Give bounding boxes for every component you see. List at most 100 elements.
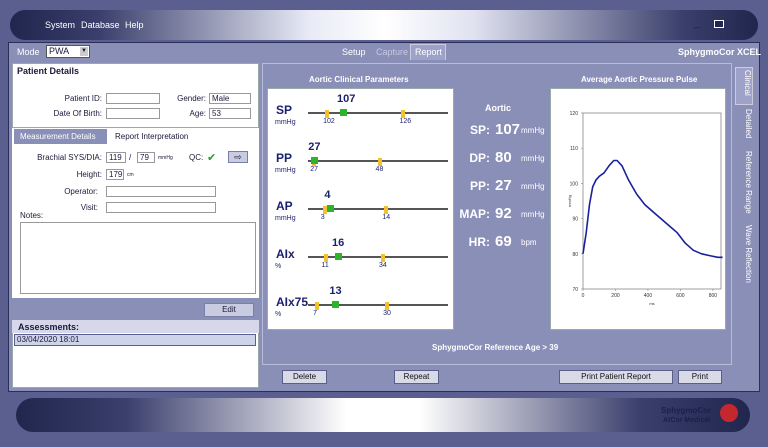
y-tick-label: 70	[572, 287, 578, 293]
side-tab-reference-range[interactable]: Reference Range	[735, 151, 753, 221]
chart-title: Average Aortic Pressure Pulse	[581, 75, 698, 84]
notes-textarea[interactable]	[20, 222, 256, 294]
title-bar	[10, 10, 758, 40]
param-name: AIx	[276, 247, 295, 261]
y-axis-label: mmHg	[567, 195, 572, 207]
assessments-header: Assessments:	[18, 322, 80, 332]
mode-select[interactable]: PWA ▼	[46, 45, 90, 58]
aortic-value: 69	[495, 233, 512, 250]
visit-field[interactable]	[106, 202, 216, 213]
param-value-marker	[332, 301, 340, 308]
mode-value: PWA	[49, 46, 70, 56]
clinical-title: Aortic Clinical Parameters	[309, 75, 409, 84]
tab-capture[interactable]: Capture	[376, 47, 408, 57]
aortic-unit: mmHg	[521, 182, 545, 191]
param-value: 107	[337, 93, 356, 105]
menu-help[interactable]: Help	[125, 20, 144, 30]
y-tick-label: 80	[572, 252, 578, 258]
param-name: AIx75	[276, 295, 309, 309]
qc-check-icon: ✔	[207, 152, 217, 164]
pressure-chart: 70 80 90 100 110 120 0 200 400 600 800 ms mmHg	[567, 111, 723, 306]
sys-field[interactable]: 119	[106, 152, 126, 163]
gender-label: Gender:	[177, 94, 206, 103]
age-label: Age:	[189, 109, 206, 118]
age-field[interactable]: 53	[209, 108, 251, 119]
chevron-down-icon: ▼	[80, 47, 88, 56]
brachial-label: Brachial SYS/DIA:	[37, 153, 102, 162]
pressure-chart-box: 70 80 90 100 110 120 0 200 400 600 800 ms mmHg	[550, 88, 726, 330]
aortic-value: 107	[495, 121, 521, 138]
aortic-value: 80	[495, 149, 512, 166]
bp-slash: /	[129, 153, 132, 162]
param-low-label: 3	[320, 214, 325, 221]
param-high-label: 14	[382, 214, 391, 221]
print-button[interactable]: Print	[678, 370, 722, 384]
minimize-button[interactable]: _	[694, 18, 700, 29]
x-tick-label: 0	[582, 293, 585, 299]
logo-text: SphygmoCor	[661, 406, 712, 415]
aortic-title: Aortic	[485, 103, 512, 113]
operator-label: Operator:	[64, 187, 98, 196]
param-low-label: 27	[310, 166, 319, 173]
param-slider	[308, 304, 448, 306]
param-high-label: 126	[399, 118, 412, 125]
maximize-button[interactable]	[714, 20, 724, 28]
y-tick-label: 90	[572, 217, 578, 223]
param-unit: mmHg	[275, 119, 296, 126]
arrow-button[interactable]: ⇨	[228, 151, 248, 163]
patient-details-header: Patient Details	[17, 66, 80, 76]
tab-measurement-details[interactable]: Measurement Details	[20, 132, 96, 141]
plot-area	[582, 112, 722, 290]
patient-id-field[interactable]	[106, 93, 160, 104]
logo-subtext: AtCor Medical	[663, 417, 711, 424]
y-tick-label: 110	[570, 146, 578, 152]
menu-system[interactable]: System	[45, 20, 75, 30]
menu-database[interactable]: Database	[81, 20, 120, 30]
param-value-marker	[340, 109, 347, 116]
param-low-label: 11	[321, 262, 329, 269]
side-tab-wave-reflection[interactable]: Wave Reflection	[735, 225, 753, 295]
print-report-button[interactable]: Print Patient Report	[559, 370, 673, 384]
param-low-marker	[315, 302, 320, 310]
patient-id-label: Patient ID:	[64, 94, 102, 103]
param-high-label: 48	[375, 166, 384, 173]
operator-field[interactable]	[106, 186, 216, 197]
side-tab-detailed[interactable]: Detailed	[735, 109, 753, 145]
param-high-marker	[384, 206, 389, 214]
height-field[interactable]: 179	[106, 169, 124, 180]
aortic-label: SP:	[469, 123, 490, 137]
param-low-marker	[322, 206, 327, 214]
param-high-marker	[385, 302, 390, 310]
delete-button[interactable]: Delete	[282, 370, 327, 384]
param-high-marker	[377, 158, 382, 166]
aortic-value: 92	[495, 205, 512, 222]
param-value: 4	[324, 189, 331, 201]
edit-button[interactable]: Edit	[204, 303, 254, 317]
param-high-label: 34	[379, 262, 387, 269]
assessment-item[interactable]: 03/04/2020 18:01	[14, 334, 256, 346]
x-tick-label: 400	[644, 293, 653, 299]
x-tick-label: 200	[611, 293, 620, 299]
gender-field[interactable]: Male	[209, 93, 251, 104]
aortic-label: PP:	[469, 179, 490, 193]
param-value-marker	[311, 157, 319, 164]
param-high-marker	[401, 110, 406, 118]
aortic-unit: mmHg	[521, 210, 545, 219]
param-high-marker	[381, 254, 385, 262]
reference-age: SphygmoCor Reference Age > 39	[432, 343, 559, 352]
param-low-label: 102	[323, 118, 335, 125]
tab-report-interpretation[interactable]: Report Interpretation	[115, 132, 188, 141]
aortic-label: HR:	[468, 235, 490, 249]
height-unit: cm	[127, 172, 134, 178]
tab-setup[interactable]: Setup	[342, 47, 366, 57]
tab-report[interactable]: Report	[415, 47, 442, 57]
side-tab-clinical[interactable]: Clinical	[735, 67, 753, 105]
dob-field[interactable]	[106, 108, 160, 119]
x-tick-label: 800	[709, 293, 718, 299]
repeat-button[interactable]: Repeat	[394, 370, 439, 384]
param-value: 16	[332, 237, 345, 249]
dia-field[interactable]: 79	[137, 152, 155, 163]
dob-label: Date Of Birth:	[53, 109, 102, 118]
param-unit: mmHg	[275, 167, 296, 174]
param-unit: %	[275, 263, 282, 270]
